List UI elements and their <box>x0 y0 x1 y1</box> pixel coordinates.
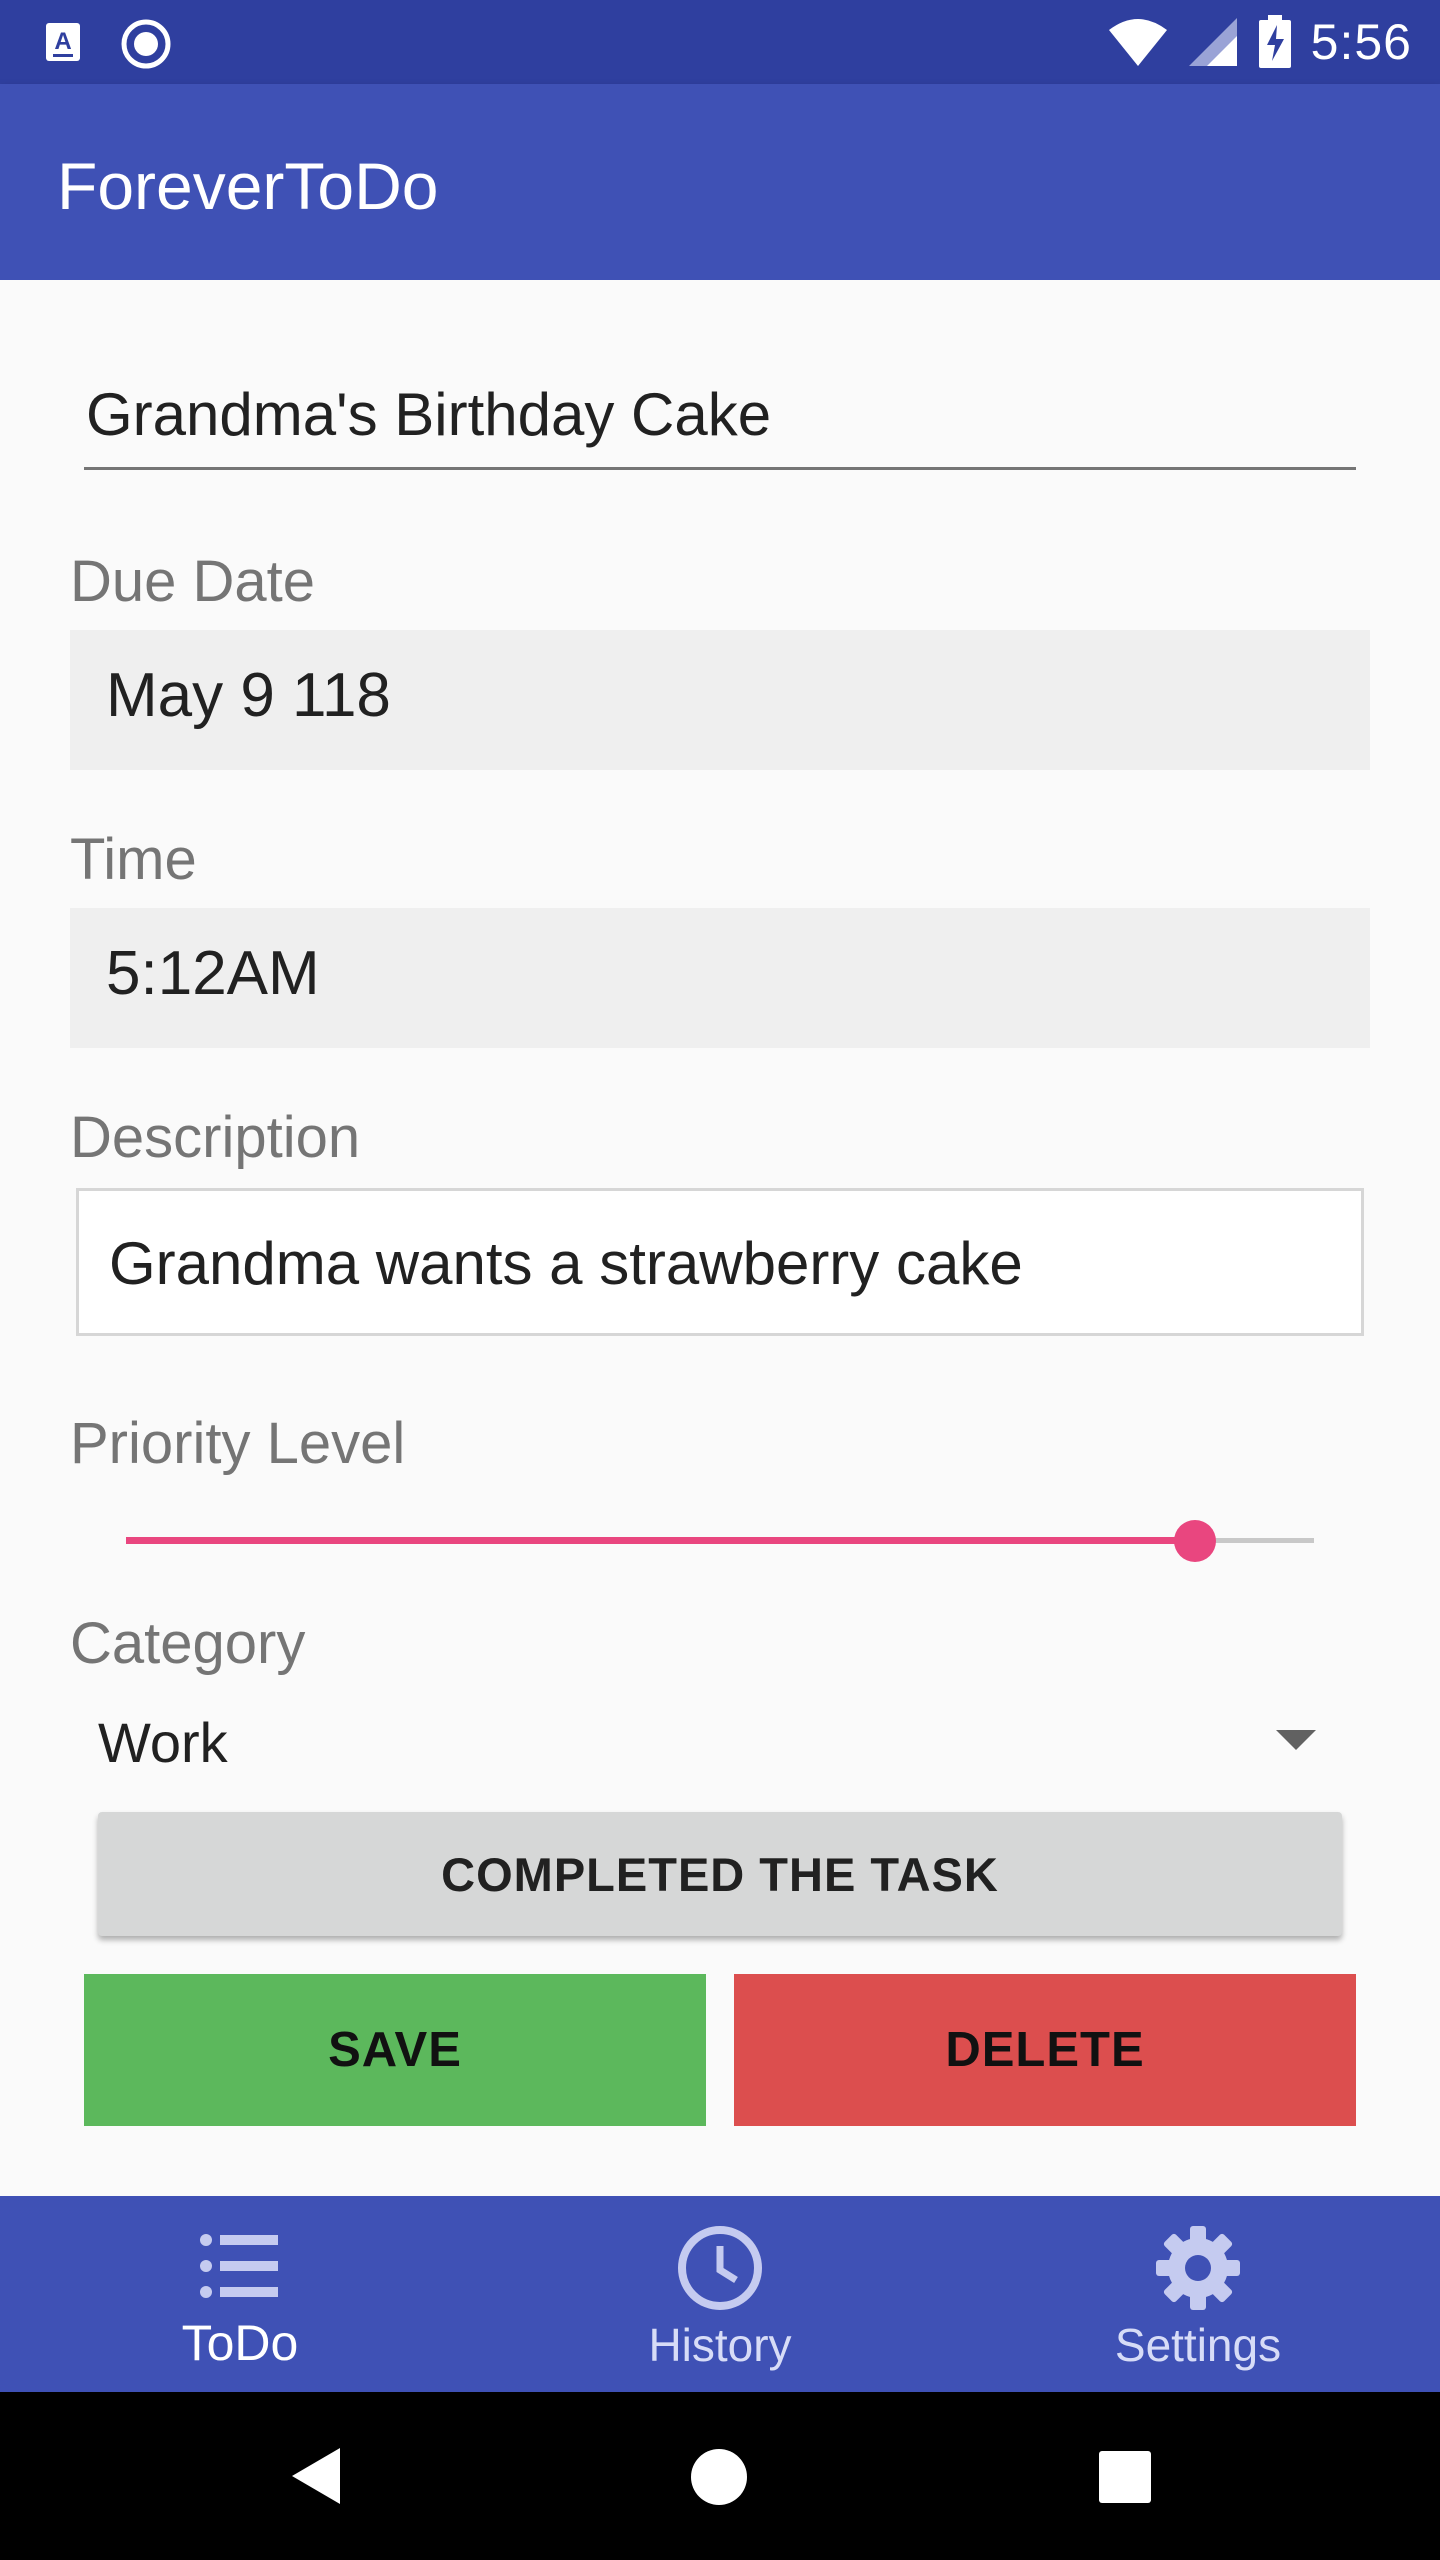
bottom-navigation: ToDo History Settings <box>0 2196 1440 2392</box>
time-field[interactable]: 5:12AM <box>70 908 1370 1048</box>
clock-icon <box>678 2226 762 2310</box>
battery-charging-icon <box>1258 15 1291 68</box>
task-title-input[interactable] <box>84 370 1356 470</box>
description-input[interactable]: Grandma wants a strawberry cake <box>76 1188 1364 1336</box>
recents-icon[interactable] <box>1098 2450 1152 2504</box>
status-bar: A 5:56 <box>0 0 1440 84</box>
app-bar: ForeverToDo <box>0 84 1440 280</box>
wifi-icon <box>1108 19 1167 66</box>
signal-icon <box>1188 18 1237 66</box>
completed-task-button[interactable]: COMPLETED THE TASK <box>98 1812 1342 1936</box>
list-icon <box>200 2234 278 2298</box>
record-icon <box>121 19 171 69</box>
gear-icon <box>1156 2226 1240 2310</box>
system-navigation-bar <box>0 2392 1440 2560</box>
nav-item-settings[interactable]: Settings <box>1048 2196 1348 2392</box>
description-value: Grandma wants a strawberry cake <box>109 1230 1023 1297</box>
nav-label-history: History <box>648 2319 792 2371</box>
slider-track-fill <box>126 1537 1196 1544</box>
due-date-label: Due Date <box>70 549 316 614</box>
save-button[interactable]: SAVE <box>84 1974 706 2126</box>
app-title: ForeverToDo <box>57 149 439 223</box>
category-value: Work <box>98 1711 228 1774</box>
dropdown-arrow-icon <box>1276 1730 1316 1750</box>
category-spinner[interactable]: Work <box>70 1700 1316 1800</box>
a-notification-icon: A <box>46 23 80 61</box>
nav-label-settings: Settings <box>1114 2319 1282 2371</box>
priority-slider[interactable] <box>126 1510 1314 1570</box>
delete-button[interactable]: DELETE <box>734 1974 1356 2126</box>
time-label: Time <box>70 827 197 892</box>
nav-item-todo[interactable]: ToDo <box>90 2196 390 2392</box>
home-icon[interactable] <box>690 2448 748 2506</box>
due-date-value: May 9 118 <box>106 661 391 730</box>
time-value: 5:12AM <box>106 939 320 1008</box>
nav-label-todo: ToDo <box>181 2315 299 2371</box>
category-label: Category <box>70 1611 306 1676</box>
back-icon[interactable] <box>288 2444 344 2508</box>
description-label: Description <box>70 1105 361 1170</box>
task-form: Due Date May 9 118 Time 5:12AM Descripti… <box>0 280 1440 2196</box>
svg-text:A: A <box>54 28 71 55</box>
priority-label: Priority Level <box>70 1411 406 1476</box>
status-time: 5:56 <box>1310 14 1412 70</box>
nav-item-history[interactable]: History <box>570 2196 870 2392</box>
slider-thumb[interactable] <box>1174 1520 1217 1562</box>
due-date-field[interactable]: May 9 118 <box>70 630 1370 770</box>
